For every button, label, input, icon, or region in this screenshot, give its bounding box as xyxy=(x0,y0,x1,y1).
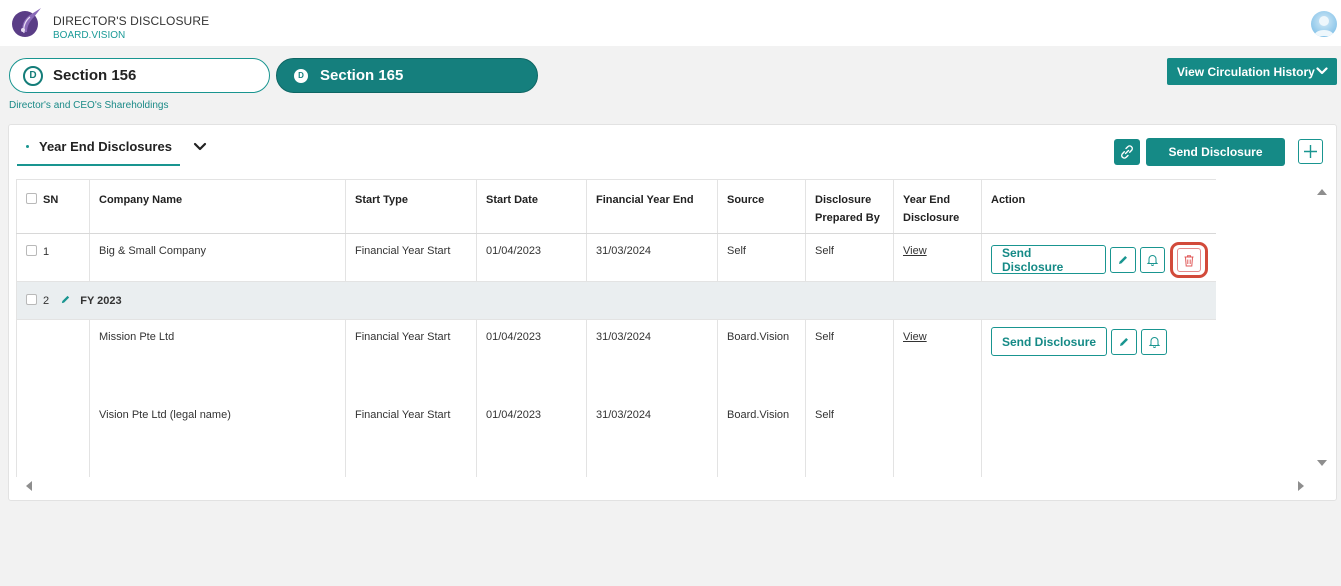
pencil-icon[interactable] xyxy=(60,294,71,305)
add-button[interactable] xyxy=(1298,139,1323,164)
scroll-right-arrow-icon[interactable] xyxy=(1297,480,1306,492)
chevron-down-icon[interactable] xyxy=(193,141,207,153)
column-header-action: Action xyxy=(981,179,1216,234)
row-send-disclosure-button[interactable]: Send Disclosure xyxy=(991,327,1108,356)
cell-source: Board.Vision xyxy=(717,397,806,477)
cell-source: Self xyxy=(717,233,806,282)
app-subtitle: BOARD.VISION xyxy=(53,30,126,41)
column-header-disclosure-prepared-by: Disclosure Prepared By xyxy=(805,179,894,234)
column-header-year-end-disclosure: Year End Disclosure xyxy=(893,179,982,234)
row-checkbox[interactable] xyxy=(26,245,37,256)
column-header-financial-year-end: Financial Year End xyxy=(586,179,718,234)
cell-financial-year-end: 31/03/2024 xyxy=(586,319,718,398)
section-156-badge: D xyxy=(23,65,43,86)
cell-company-name: Mission Pte Ltd xyxy=(89,319,346,398)
column-label: SN xyxy=(43,194,59,206)
cell-action: Send Disclosure xyxy=(981,233,1216,282)
tab-bullet xyxy=(26,145,29,148)
select-all-checkbox[interactable] xyxy=(26,193,37,204)
cell-start-type: Financial Year Start xyxy=(345,233,477,282)
top-bar: DIRECTOR'S DISCLOSURE BOARD.VISION xyxy=(0,0,1341,46)
cell-company-name: Big & Small Company xyxy=(89,233,346,282)
column-header-company-name: Company Name xyxy=(89,179,346,234)
row-sn: 1 xyxy=(43,246,50,258)
cell-prepared-by: Self xyxy=(805,233,894,282)
view-circulation-history-button[interactable]: View Circulation History xyxy=(1167,58,1337,85)
edit-button[interactable] xyxy=(1109,246,1136,273)
cell-source: Board.Vision xyxy=(717,319,806,398)
user-avatar-icon[interactable] xyxy=(1311,11,1337,37)
pencil-icon xyxy=(1118,255,1127,264)
group-checkbox[interactable] xyxy=(26,294,37,305)
cell-year-end-disclosure: View xyxy=(893,319,982,398)
cell-action: Send Disclosure xyxy=(981,319,1216,398)
disclosures-table-container: SN Company Name Start Type Start Date Fi… xyxy=(16,179,1216,477)
app-title: DIRECTOR'S DISCLOSURE xyxy=(53,14,210,28)
column-header-sn: SN xyxy=(16,179,90,234)
page-subtitle: Director's and CEO's Shareholdings xyxy=(9,100,169,111)
reminder-button[interactable] xyxy=(1139,246,1166,273)
cell-prepared-by: Self xyxy=(805,319,894,398)
cell-year-end-disclosure xyxy=(893,397,982,477)
table-row: Mission Pte Ltd Financial Year Start 01/… xyxy=(16,319,1216,398)
cell-sn xyxy=(16,319,90,398)
section-165-badge: D xyxy=(294,68,308,83)
copy-link-button[interactable] xyxy=(1114,139,1140,165)
link-icon xyxy=(1121,145,1133,159)
section-165-label: Section 165 xyxy=(320,67,404,84)
chevron-down-icon xyxy=(1316,67,1328,75)
column-header-source: Source xyxy=(717,179,806,234)
delete-button[interactable] xyxy=(1177,248,1202,272)
cell-prepared-by: Self xyxy=(805,397,894,477)
view-circulation-history-label: View Circulation History xyxy=(1177,64,1315,79)
cell-start-date: 01/04/2023 xyxy=(476,319,587,398)
group-label: FY 2023 xyxy=(80,295,122,307)
send-disclosure-button[interactable]: Send Disclosure xyxy=(1146,138,1285,166)
scroll-up-arrow-icon[interactable] xyxy=(1316,187,1328,196)
group-cell: 2 FY 2023 xyxy=(16,281,1216,320)
cell-start-date: 01/04/2023 xyxy=(476,397,587,477)
view-link[interactable]: View xyxy=(903,331,927,343)
column-header-start-date: Start Date xyxy=(476,179,587,234)
bell-icon xyxy=(1146,255,1159,266)
bell-icon xyxy=(1148,337,1160,348)
plus-icon xyxy=(1304,145,1317,158)
group-row: 2 FY 2023 xyxy=(16,281,1216,320)
column-header-start-type: Start Type xyxy=(345,179,477,234)
table-row: 1 Big & Small Company Financial Year Sta… xyxy=(16,233,1216,282)
table-header-row: SN Company Name Start Type Start Date Fi… xyxy=(16,179,1216,234)
row-send-disclosure-button[interactable]: Send Disclosure xyxy=(991,245,1106,274)
cell-start-type: Financial Year Start xyxy=(345,397,477,477)
cell-start-type: Financial Year Start xyxy=(345,319,477,398)
cell-company-name: Vision Pte Ltd (legal name) xyxy=(89,397,346,477)
view-link[interactable]: View xyxy=(903,245,927,257)
row-actions: Send Disclosure xyxy=(991,327,1208,356)
pencil-icon xyxy=(1120,337,1129,346)
reminder-button[interactable] xyxy=(1141,328,1168,355)
cell-start-date: 01/04/2023 xyxy=(476,233,587,282)
cell-year-end-disclosure: View xyxy=(893,233,982,282)
cell-financial-year-end: 31/03/2024 xyxy=(586,233,718,282)
section-165-button[interactable]: D Section 165 xyxy=(276,58,538,93)
disclosures-table: SN Company Name Start Type Start Date Fi… xyxy=(16,179,1216,477)
board-vision-logo xyxy=(12,8,41,37)
scroll-down-arrow-icon[interactable] xyxy=(1316,459,1328,468)
cell-sn xyxy=(16,397,90,477)
edit-button[interactable] xyxy=(1111,328,1138,355)
group-sn: 2 xyxy=(43,295,50,307)
cell-sn: 1 xyxy=(16,233,90,282)
tab-label: Year End Disclosures xyxy=(39,139,172,154)
tab-year-end-disclosures[interactable]: Year End Disclosures xyxy=(17,132,180,166)
section-156-label: Section 156 xyxy=(53,67,137,84)
trash-icon xyxy=(1184,254,1194,266)
scroll-left-arrow-icon[interactable] xyxy=(24,480,33,492)
table-row: Vision Pte Ltd (legal name) Financial Ye… xyxy=(16,397,1216,477)
section-156-button[interactable]: D Section 156 xyxy=(9,58,270,93)
row-actions: Send Disclosure xyxy=(991,241,1208,278)
cell-action xyxy=(981,397,1216,477)
cell-financial-year-end: 31/03/2024 xyxy=(586,397,718,477)
delete-highlight xyxy=(1170,242,1208,278)
